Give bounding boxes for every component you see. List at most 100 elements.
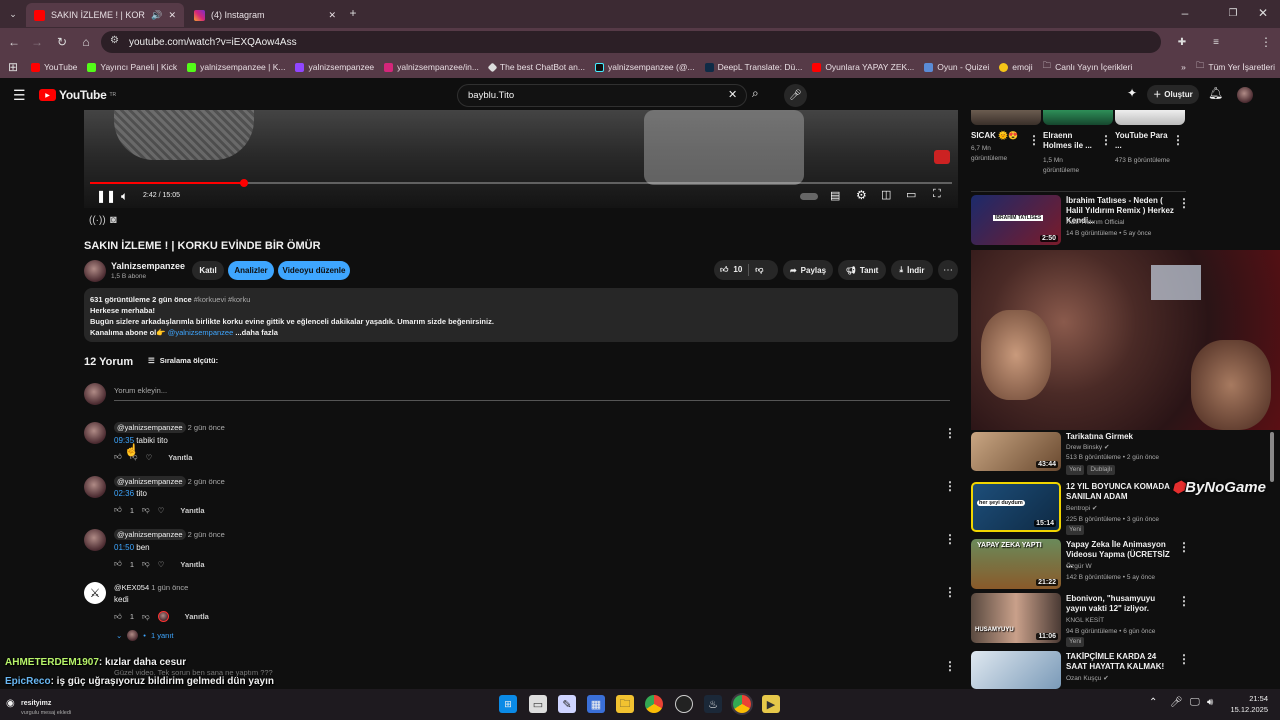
task-view-icon[interactable]: ▭ (529, 695, 547, 713)
steam-icon[interactable]: ♨ (704, 695, 722, 713)
chrome-menu-icon[interactable]: ⋮ (1257, 33, 1275, 51)
bookmark-item[interactable]: yalnizsempanzee (@... (590, 62, 700, 72)
reload-icon[interactable]: ↻ (53, 33, 71, 51)
comment-menu-icon[interactable]: ⋮ (944, 426, 956, 440)
comment-menu-icon[interactable]: ⋮ (944, 585, 956, 599)
file-explorer-icon[interactable]: 🗀 (616, 695, 634, 713)
app-icon[interactable]: ✎ (558, 695, 576, 713)
video-thumbnail[interactable]: YAPAY ZEKA YAPTI 21:22 (971, 539, 1061, 589)
chrome-active-icon[interactable] (733, 695, 751, 713)
audio-icon[interactable]: 🔊 (151, 10, 162, 21)
autoplay-toggle[interactable] (800, 193, 818, 200)
reply-button[interactable]: Yanıtla (185, 612, 209, 621)
obs-icon[interactable] (675, 695, 693, 713)
more-actions-icon[interactable]: ⋯ (938, 260, 958, 280)
bookmark-folder[interactable]: 🗀 Canlı Yayın İçerikleri (1038, 60, 1138, 74)
notification-title[interactable]: resityimz (21, 700, 51, 707)
recommended-channel[interactable]: Drew Binsky ✔ (1066, 443, 1109, 453)
tab-search-icon[interactable]: ⌄ (4, 5, 22, 23)
recommended-channel[interactable]: Halil Yıldırım Official (1066, 218, 1124, 228)
page-scrollbar[interactable] (1270, 432, 1274, 482)
short-title[interactable]: Elraenn Holmes ile ... (1043, 131, 1099, 151)
theater-mode-icon[interactable]: ▭ (906, 188, 916, 201)
comment-menu-icon[interactable]: ⋮ (944, 479, 956, 493)
recommended-title[interactable]: 12 YIL BOYUNCA KOMADA SANILAN ADAM (1066, 482, 1174, 502)
reading-list-icon[interactable]: ≡ (1207, 33, 1225, 51)
video-thumbnail[interactable]: 43:44 (971, 432, 1061, 471)
tab-close-icon[interactable]: ✕ (168, 10, 176, 21)
video-thumbnail[interactable]: her şeyi duydum 15:14 (971, 482, 1061, 532)
tray-overflow-icon[interactable]: ⌃ (1149, 697, 1157, 708)
channel-handle-link[interactable]: @yalnizsempanzee (168, 328, 234, 337)
extensions-icon[interactable]: ✚ (1173, 33, 1191, 51)
short-menu-icon[interactable]: ⋮ (1100, 133, 1112, 147)
back-icon[interactable]: ← (5, 33, 23, 51)
add-comment-input[interactable]: Yorum ekleyin... (114, 386, 950, 401)
bookmark-item[interactable]: YouTube (26, 62, 82, 72)
replies-toggle[interactable]: ⌄ • 1 yanıt (116, 630, 173, 641)
short-title[interactable]: SICAK 🌞😍 (971, 131, 1027, 141)
bookmark-item[interactable]: Yayıncı Paneli | Kick (82, 62, 182, 72)
thumbs-down-icon[interactable]: 👎︎ (142, 505, 150, 515)
short-thumbnail[interactable] (1115, 110, 1185, 125)
pause-icon[interactable]: ❚❚ (96, 189, 116, 203)
all-bookmarks[interactable]: 🗀 Tüm Yer İşaretleri (1191, 60, 1280, 74)
show-more-button[interactable]: ...daha fazla (235, 328, 278, 337)
thumbs-up-icon[interactable]: 👍︎ (114, 612, 122, 622)
camera-icon[interactable]: ◙ (110, 214, 117, 226)
settings-gear-icon[interactable]: ⚙ (856, 188, 867, 202)
short-thumbnail[interactable] (971, 110, 1041, 125)
store-icon[interactable]: ▦ (587, 695, 605, 713)
thumbs-down-icon[interactable]: 👎︎ (142, 612, 150, 622)
new-tab-icon[interactable]: + (344, 4, 362, 22)
thumbs-up-icon[interactable]: 👍︎ (114, 559, 122, 569)
channel-avatar[interactable] (84, 260, 106, 282)
thumbs-down-icon[interactable]: 👎︎ (755, 265, 763, 275)
comment-author[interactable]: @yalnizsempanzee (114, 422, 186, 433)
recommended-channel[interactable]: Ozan Kuşçu ✔ (1066, 674, 1109, 684)
home-icon[interactable]: ⌂ (77, 33, 95, 51)
comment-avatar[interactable] (84, 422, 106, 444)
share-button[interactable]: ➦ Paylaş (783, 260, 833, 280)
bookmark-item[interactable]: emoji (994, 62, 1037, 72)
like-button[interactable]: 👍︎ 10 (720, 265, 742, 275)
bookmark-item[interactable]: yalnizsempanzee | K... (182, 62, 290, 72)
description-box[interactable]: 631 görüntüleme 2 gün önce #korkuevi #ko… (84, 288, 958, 342)
bookmark-item[interactable]: Oyun - Quizei (919, 62, 994, 72)
timestamp-link[interactable]: 01:50 (114, 543, 134, 552)
recommended-menu-icon[interactable]: ⋮ (1178, 594, 1190, 608)
recommended-title[interactable]: Tarikatına Girmek (1066, 432, 1174, 442)
notifications-bell-icon[interactable]: 🔔︎ (1208, 86, 1223, 100)
thumbs-down-icon[interactable]: 👎︎ (142, 559, 150, 569)
short-menu-icon[interactable]: ⋮ (1028, 133, 1040, 147)
video-player[interactable] (84, 110, 958, 208)
bookmark-item[interactable]: The best ChatBot an... (484, 62, 590, 72)
heart-icon[interactable]: ♡ (158, 560, 165, 569)
short-title[interactable]: YouTube Para ... (1115, 131, 1171, 151)
recommended-channel[interactable]: KNGL KESİT (1066, 616, 1104, 626)
hashtags[interactable]: #korkuevi #korku (194, 295, 251, 304)
tab-youtube[interactable]: SAKIN İZLEME ! | KORKU EV 🔊 ✕ (26, 3, 184, 27)
video-thumbnail[interactable] (971, 651, 1061, 689)
bookmarks-overflow-icon[interactable]: » (1176, 62, 1191, 72)
reply-button[interactable]: Yanıtla (180, 560, 204, 569)
forward-icon[interactable]: → (28, 33, 46, 51)
tab-close-icon[interactable]: ✕ (328, 10, 336, 21)
promote-button[interactable]: 📢︎ Tanıt (838, 260, 886, 280)
heart-icon[interactable]: ♡ (145, 453, 152, 462)
comment-author[interactable]: @yalnizsempanzee (114, 529, 186, 540)
thumbs-up-icon[interactable]: 👍︎ (114, 505, 122, 515)
channel-name[interactable]: Yalnizsempanzee (111, 261, 185, 271)
timestamp-link[interactable]: 02:36 (114, 489, 134, 498)
maximize-icon[interactable]: ❐ (1224, 4, 1242, 22)
recommended-menu-icon[interactable]: ⋮ (1178, 540, 1190, 554)
volume-icon[interactable]: 🔈︎ (121, 189, 128, 204)
analytics-button[interactable]: Analizler (228, 261, 274, 280)
video-thumbnail[interactable]: İBRAHİM TATLISES 2:50 (971, 195, 1061, 245)
site-info-icon[interactable]: ⚙ (110, 35, 119, 46)
subtitles-icon[interactable]: ▤ (830, 189, 840, 202)
edit-video-button[interactable]: Videoyu düzenle (278, 261, 350, 280)
tab-instagram[interactable]: (4) Instagram ✕ (186, 3, 344, 27)
microphone-icon[interactable]: 🎤︎ (1170, 697, 1183, 708)
comment-avatar[interactable] (84, 476, 106, 498)
